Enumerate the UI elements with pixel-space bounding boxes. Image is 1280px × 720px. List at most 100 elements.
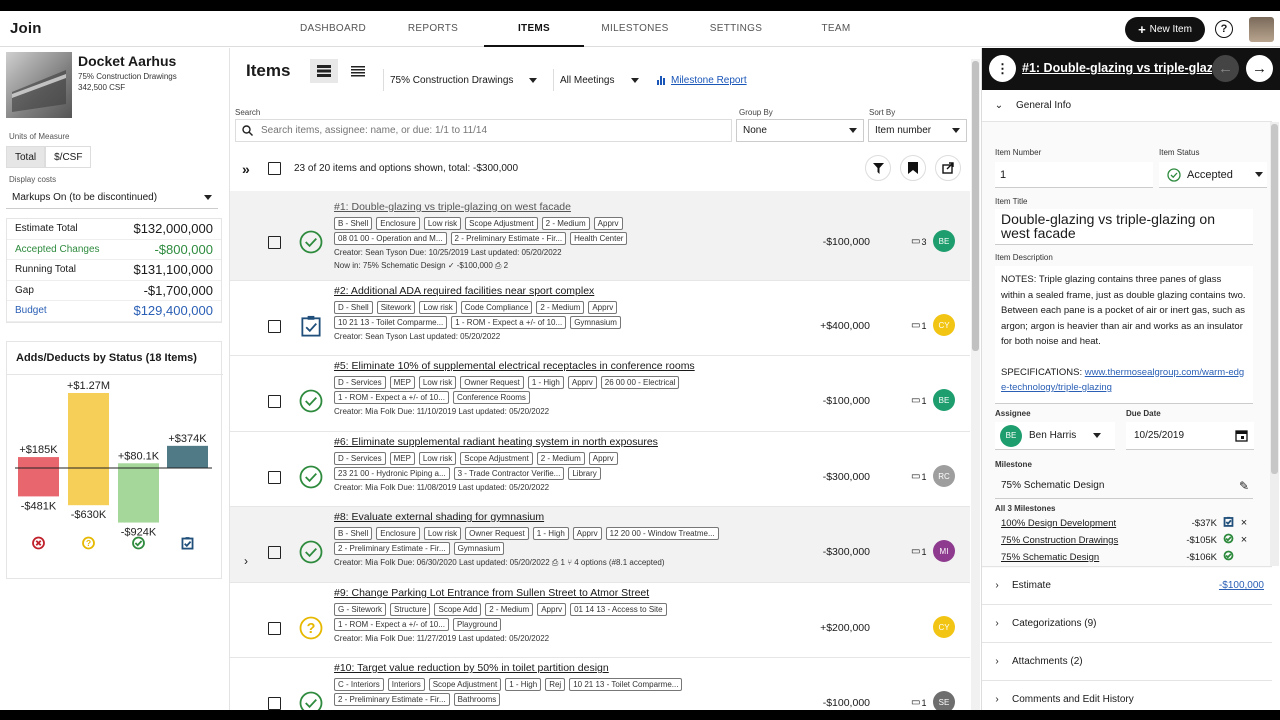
item-number-field[interactable]: 1	[995, 162, 1153, 188]
pending-status-icon[interactable]: ?	[299, 616, 323, 640]
calendar-icon[interactable]	[1235, 429, 1248, 442]
item-checkbox[interactable]	[268, 320, 281, 333]
item-row[interactable]: #10: Target value reduction by 50% in to…	[230, 658, 970, 710]
due-date-field[interactable]: 10/25/2019	[1126, 422, 1254, 450]
uom-csf-button[interactable]: $/CSF	[45, 146, 92, 168]
nav-team[interactable]: TEAM	[786, 23, 886, 34]
accepted-status-icon[interactable]	[299, 540, 323, 564]
assignee-avatar[interactable]: CY	[933, 616, 955, 638]
item-status-select[interactable]: Accepted	[1159, 162, 1267, 188]
close-icon[interactable]: ×	[1237, 534, 1251, 546]
share-button[interactable]	[935, 155, 961, 181]
milestone-link[interactable]: 75% Schematic Design	[1001, 552, 1177, 563]
item-row[interactable]: #1: Double-glazing vs triple-glazing on …	[230, 191, 970, 281]
estimate-value[interactable]: -$100,000	[1219, 580, 1264, 591]
item-checkbox[interactable]	[268, 546, 281, 559]
item-checkbox[interactable]	[268, 471, 281, 484]
attachments-section[interactable]: › Attachments (2)	[982, 642, 1272, 680]
detail-scrollbar[interactable]	[1270, 122, 1279, 566]
item-title-link[interactable]: #2: Additional ADA required facilities n…	[334, 285, 594, 297]
categorizations-section[interactable]: › Categorizations (9)	[982, 604, 1272, 642]
rejected-status-icon[interactable]	[32, 536, 45, 550]
milestone-filter[interactable]: 75% Construction Drawings	[383, 69, 543, 91]
item-title-link[interactable]: #9: Change Parking Lot Entrance from Sul…	[334, 587, 649, 599]
estimate-section[interactable]: › Estimate -$100,000	[982, 566, 1272, 604]
filter-button[interactable]	[865, 155, 891, 181]
comment-count[interactable]: ▭ 3	[911, 236, 926, 247]
nav-items[interactable]: ITEMS	[484, 23, 584, 34]
item-title-link[interactable]: #10: Target value reduction by 50% in to…	[334, 662, 609, 674]
item-checkbox[interactable]	[268, 622, 281, 635]
comment-count[interactable]: ▭ 1	[911, 697, 926, 708]
more-options-icon[interactable]: ⋮	[989, 55, 1016, 82]
meeting-filter[interactable]: All Meetings	[553, 69, 645, 91]
item-title-link[interactable]: #5: Eliminate 10% of supplemental electr…	[334, 360, 695, 372]
edit-pencil-icon[interactable]: ✎	[1239, 479, 1249, 493]
accepted-status-icon[interactable]	[299, 691, 323, 710]
list-view-button[interactable]	[344, 59, 372, 83]
item-tag: Scope Adjustment	[465, 217, 538, 230]
accepted-status-icon[interactable]	[299, 465, 323, 489]
user-avatar[interactable]	[1249, 17, 1274, 42]
sortby-select[interactable]: Item number	[868, 119, 967, 142]
item-row[interactable]: ? #9: Change Parking Lot Entrance from Su…	[230, 583, 970, 658]
nav-dashboard[interactable]: DASHBOARD	[283, 23, 383, 34]
item-checkbox[interactable]	[268, 395, 281, 408]
bookmark-button[interactable]	[900, 155, 926, 181]
new-item-button[interactable]: + New Item	[1125, 17, 1205, 42]
accepted-status-icon[interactable]	[299, 389, 323, 413]
close-icon[interactable]: ×	[1237, 517, 1251, 529]
help-icon[interactable]: ?	[1215, 20, 1233, 38]
search-input[interactable]	[261, 125, 721, 136]
card-view-button[interactable]	[310, 59, 338, 83]
groupby-select[interactable]: None	[736, 119, 864, 142]
item-row[interactable]: › #8: Evaluate external shading for gymna…	[230, 507, 970, 583]
comment-count[interactable]: ▭ 1	[911, 546, 926, 557]
item-title-link[interactable]: #8: Evaluate external shading for gymnas…	[334, 511, 544, 523]
pending-status-icon[interactable]: ?	[82, 536, 95, 550]
item-row[interactable]: #2: Additional ADA required facilities n…	[230, 281, 970, 356]
incorporated-status-icon[interactable]	[181, 537, 194, 550]
item-description-field[interactable]: NOTES: Triple glazing contains three pan…	[995, 266, 1253, 404]
next-item-arrow-icon[interactable]: →	[1246, 55, 1273, 82]
join-logo[interactable]: Join	[10, 20, 42, 37]
items-scrollbar[interactable]	[971, 59, 980, 710]
assignee-avatar[interactable]: CY	[933, 314, 955, 336]
item-row[interactable]: #6: Eliminate supplemental radiant heati…	[230, 432, 970, 507]
item-title-link[interactable]: #6: Eliminate supplemental radiant heati…	[334, 436, 658, 448]
display-costs-select[interactable]: Markups On (to be discontinued)	[6, 187, 218, 209]
comment-count[interactable]: ▭ 1	[911, 320, 926, 331]
expand-all-icon[interactable]: »	[242, 161, 250, 177]
item-row[interactable]: #5: Eliminate 10% of supplemental electr…	[230, 356, 970, 432]
milestone-field[interactable]: 75% Schematic Design ✎	[995, 473, 1253, 499]
select-all-checkbox[interactable]	[268, 162, 281, 175]
comment-count[interactable]: ▭ 1	[911, 471, 926, 482]
assignee-avatar[interactable]: BE	[933, 230, 955, 252]
accepted-status-icon[interactable]	[299, 230, 323, 254]
assignee-avatar[interactable]: SE	[933, 691, 955, 710]
milestone-link[interactable]: 75% Construction Drawings	[1001, 535, 1177, 546]
item-title-field[interactable]: Double-glazing vs triple-glazing on west…	[995, 209, 1253, 245]
comments-section[interactable]: › Comments and Edit History	[982, 680, 1272, 710]
comment-count[interactable]: ▭ 1	[911, 395, 926, 406]
nav-reports[interactable]: REPORTS	[383, 23, 483, 34]
item-title-link[interactable]: #1: Double-glazing vs triple-glazing on …	[334, 201, 571, 213]
assignee-select[interactable]: BE Ben Harris	[995, 422, 1115, 450]
previous-item-arrow-icon[interactable]: ←	[1212, 55, 1239, 82]
uom-total-button[interactable]: Total	[6, 146, 46, 168]
item-checkbox[interactable]	[268, 697, 281, 710]
item-tag: Apprv	[588, 452, 618, 465]
item-checkbox[interactable]	[268, 236, 281, 249]
assignee-avatar[interactable]: BE	[933, 389, 955, 411]
nav-settings[interactable]: SETTINGS	[686, 23, 786, 34]
nav-milestones[interactable]: MILESTONES	[585, 23, 685, 34]
assignee-avatar[interactable]: MI	[933, 540, 955, 562]
detail-title[interactable]: #1: Double-glazing vs triple-glazing on …	[1022, 61, 1212, 75]
general-info-section[interactable]: ⌄ General Info	[982, 90, 1272, 122]
milestone-report-link[interactable]: Milestone Report	[657, 75, 747, 86]
incorporated-status-icon[interactable]	[299, 314, 323, 338]
accepted-status-icon[interactable]	[132, 536, 145, 550]
expand-row-icon[interactable]: ›	[244, 554, 248, 568]
assignee-avatar[interactable]: RC	[933, 465, 955, 487]
milestone-link[interactable]: 100% Design Development	[1001, 518, 1177, 529]
